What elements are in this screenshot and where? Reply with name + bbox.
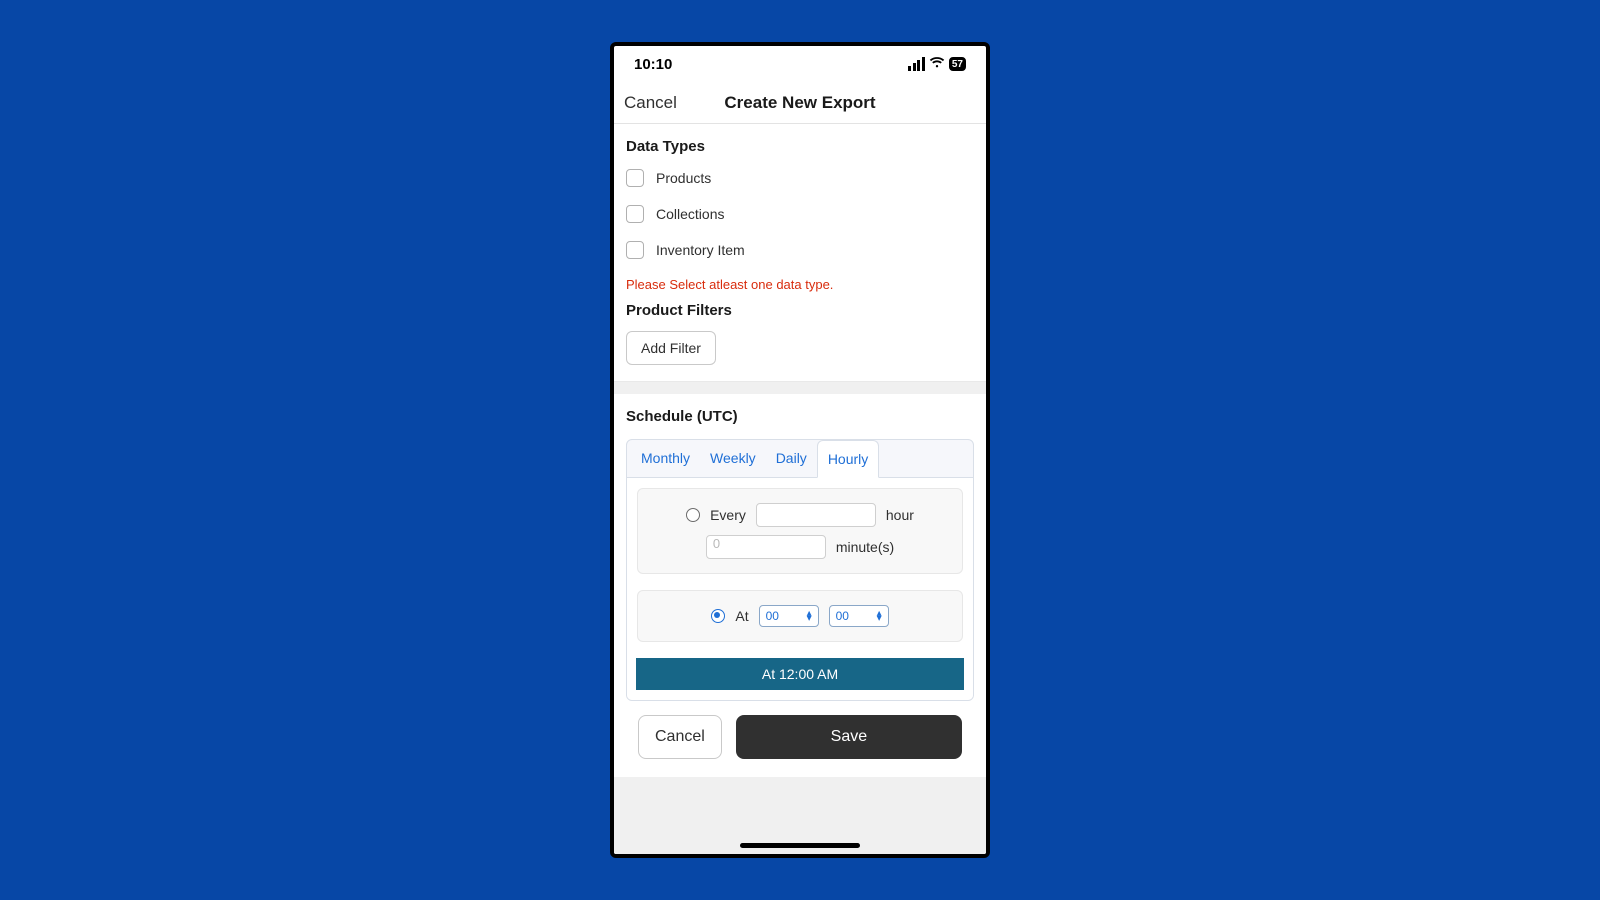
save-button[interactable]: Save — [736, 715, 962, 759]
option-every: Every hour 0 minute(s) — [637, 488, 963, 574]
status-time: 10:10 — [634, 56, 672, 73]
tab-monthly[interactable]: Monthly — [631, 440, 700, 477]
product-filters-title: Product Filters — [626, 302, 974, 319]
chevron-updown-icon: ▴▾ — [807, 611, 812, 621]
data-types-title: Data Types — [626, 138, 974, 155]
data-types-section: Data Types Products Collections Inventor… — [614, 124, 986, 382]
checkbox-row-products[interactable]: Products — [626, 169, 974, 187]
at-hour-select[interactable]: 00 ▴▾ — [759, 605, 819, 627]
tabs-head: Monthly Weekly Daily Hourly — [627, 440, 973, 477]
at-hour-value: 00 — [766, 609, 779, 623]
every-minute-input[interactable]: 0 — [706, 535, 826, 559]
add-filter-button[interactable]: Add Filter — [626, 331, 716, 365]
at-minute-select[interactable]: 00 ▴▾ — [829, 605, 889, 627]
home-indicator — [740, 843, 860, 848]
checkbox-label: Products — [656, 170, 711, 186]
every-label: Every — [710, 507, 746, 523]
status-right: 57 — [908, 56, 966, 73]
wifi-icon — [929, 56, 945, 73]
battery-icon: 57 — [949, 57, 966, 71]
checkbox-label: Collections — [656, 206, 724, 222]
schedule-summary: At 12:00 AM — [636, 658, 964, 690]
nav-bar: Cancel Create New Export — [614, 82, 986, 124]
checkbox-collections[interactable] — [626, 205, 644, 223]
tab-daily[interactable]: Daily — [766, 440, 817, 477]
schedule-title: Schedule (UTC) — [626, 408, 974, 425]
checkbox-row-collections[interactable]: Collections — [626, 205, 974, 223]
at-minute-value: 00 — [836, 609, 849, 623]
schedule-tabs: Monthly Weekly Daily Hourly Every hour — [626, 439, 974, 701]
checkbox-products[interactable] — [626, 169, 644, 187]
content-scroll[interactable]: Data Types Products Collections Inventor… — [614, 124, 986, 854]
every-hour-input[interactable] — [756, 503, 876, 527]
status-bar: 10:10 57 — [614, 46, 986, 82]
cellular-icon — [908, 57, 925, 71]
hour-label: hour — [886, 507, 914, 523]
cancel-button[interactable]: Cancel — [638, 715, 722, 759]
validation-error: Please Select atleast one data type. — [626, 277, 974, 292]
nav-cancel-button[interactable]: Cancel — [624, 93, 677, 113]
tab-hourly[interactable]: Hourly — [817, 440, 879, 478]
tab-weekly[interactable]: Weekly — [700, 440, 766, 477]
option-at: At 00 ▴▾ 00 ▴▾ — [637, 590, 963, 642]
at-label: At — [735, 608, 748, 624]
checkbox-inventory[interactable] — [626, 241, 644, 259]
phone-frame: 10:10 57 Cancel Create New Export Data T… — [610, 42, 990, 858]
footer: Cancel Save — [626, 701, 974, 777]
minute-label: minute(s) — [836, 539, 894, 555]
checkbox-row-inventory[interactable]: Inventory Item — [626, 241, 974, 259]
radio-every[interactable] — [686, 508, 700, 522]
tabs-body: Every hour 0 minute(s) At — [627, 477, 973, 700]
chevron-updown-icon: ▴▾ — [877, 611, 882, 621]
radio-at[interactable] — [711, 609, 725, 623]
checkbox-label: Inventory Item — [656, 242, 745, 258]
schedule-section: Schedule (UTC) Monthly Weekly Daily Hour… — [614, 394, 986, 777]
